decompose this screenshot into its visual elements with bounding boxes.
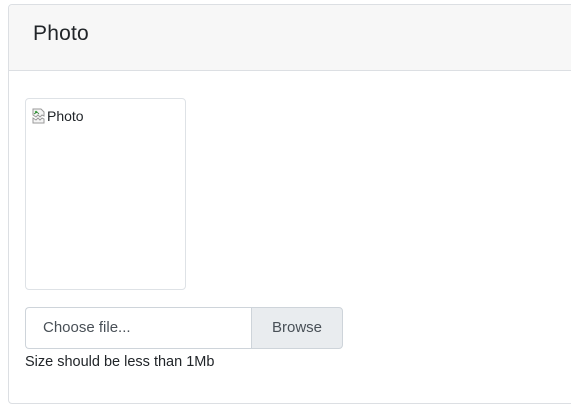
file-size-help-text: Size should be less than 1Mb: [25, 354, 215, 370]
photo-card: Photo Photo Choose file... Browse Size s…: [8, 4, 571, 404]
file-input[interactable]: Choose file...: [25, 307, 251, 349]
photo-preview: Photo: [25, 98, 186, 290]
card-title: Photo: [33, 22, 89, 45]
broken-image-icon: [32, 108, 46, 124]
file-upload-group: Choose file... Browse: [25, 307, 343, 349]
browse-button[interactable]: Browse: [251, 307, 343, 349]
card-header: Photo: [9, 5, 571, 71]
photo-alt-text: Photo: [47, 108, 84, 124]
photo-image: Photo: [32, 108, 84, 124]
